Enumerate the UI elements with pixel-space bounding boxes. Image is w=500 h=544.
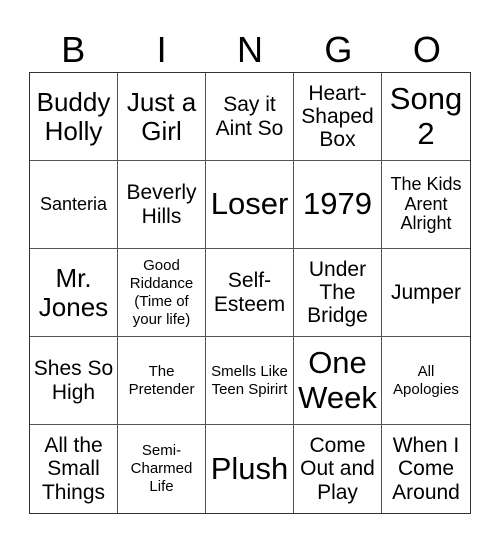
bingo-header: B I N G O — [29, 28, 471, 72]
bingo-cell[interactable]: When I Come Around — [382, 425, 470, 513]
bingo-cell[interactable]: Come Out and Play — [294, 425, 382, 513]
header-letter-i: I — [156, 29, 167, 70]
bingo-cell[interactable]: One Week — [294, 337, 382, 425]
bingo-cell[interactable]: Smells Like Teen Spirirt — [206, 337, 294, 425]
bingo-cell[interactable]: Shes So High — [30, 337, 118, 425]
bingo-grid: Buddy Holly Just a Girl Say it Aint So Hear… — [29, 72, 471, 514]
header-letter-n: N — [237, 29, 264, 70]
bingo-cell[interactable]: The Pretender — [118, 337, 206, 425]
bingo-cell[interactable]: Loser — [206, 161, 294, 249]
bingo-cell[interactable]: The Kids Arent Alright — [382, 161, 470, 249]
bingo-cell[interactable]: Jumper — [382, 249, 470, 337]
bingo-cell[interactable]: 1979 — [294, 161, 382, 249]
header-letter-o: O — [412, 29, 441, 70]
bingo-cell[interactable]: Say it Aint So — [206, 73, 294, 161]
bingo-cell[interactable]: Under The Bridge — [294, 249, 382, 337]
bingo-cell[interactable]: Good Riddance (Time of your life) — [118, 249, 206, 337]
bingo-cell[interactable]: Mr. Jones — [30, 249, 118, 337]
bingo-cell[interactable]: Self-Esteem — [206, 249, 294, 337]
bingo-cell[interactable]: Heart-Shaped Box — [294, 73, 382, 161]
bingo-cell[interactable]: Buddy Holly — [30, 73, 118, 161]
bingo-cell[interactable]: Santeria — [30, 161, 118, 249]
header-letter-b: B — [61, 29, 86, 70]
bingo-cell[interactable]: All Apologies — [382, 337, 470, 425]
bingo-cell[interactable]: Plush — [206, 425, 294, 513]
bingo-cell[interactable]: All the Small Things — [30, 425, 118, 513]
bingo-cell[interactable]: Song 2 — [382, 73, 470, 161]
header-letter-g: G — [324, 29, 353, 70]
bingo-cell[interactable]: Beverly Hills — [118, 161, 206, 249]
bingo-cell[interactable]: Semi-Charmed Life — [118, 425, 206, 513]
bingo-cell[interactable]: Just a Girl — [118, 73, 206, 161]
